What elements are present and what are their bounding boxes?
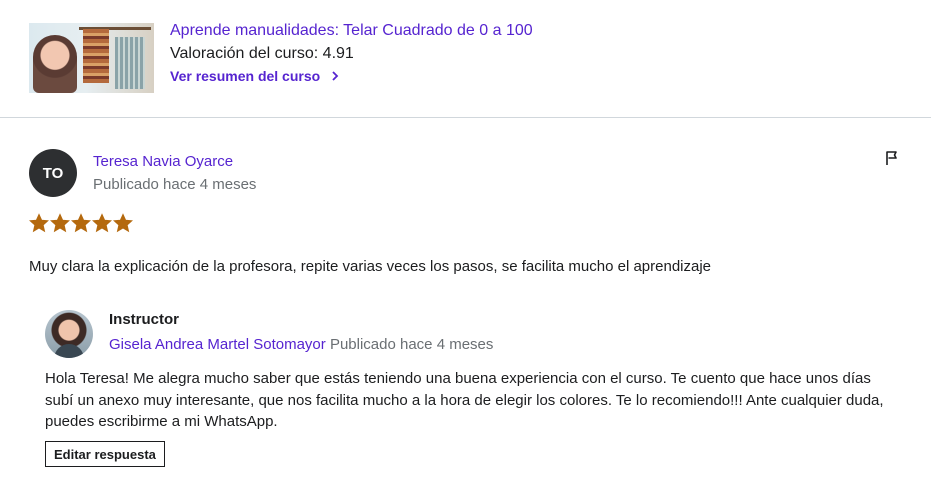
response-meta: Gisela Andrea Martel Sotomayor Publicado… <box>109 336 493 353</box>
course-summary-label: Ver resumen del curso <box>170 68 321 84</box>
weaving-image <box>115 37 145 89</box>
instructor-avatar <box>45 310 93 358</box>
star-icon <box>29 213 49 233</box>
chevron-right-icon <box>332 71 339 81</box>
response-text: Hola Teresa! Me alegra mucho saber que e… <box>45 370 884 430</box>
response-date: Publicado hace 4 meses <box>329 336 494 353</box>
response-heading: Instructor <box>109 311 180 328</box>
weaving-image <box>83 29 109 83</box>
star-icon <box>50 213 70 233</box>
star-icon <box>92 213 112 233</box>
instructor-photo <box>33 35 77 93</box>
review-rating-stars <box>29 213 133 233</box>
instructor-name[interactable]: Gisela Andrea Martel Sotomayor <box>109 336 326 353</box>
star-icon <box>71 213 91 233</box>
course-summary-link[interactable]: Ver resumen del curso <box>170 68 340 84</box>
course-header: Aprende manualidades: Telar Cuadrado de … <box>0 0 931 118</box>
course-rating: Valoración del curso: 4.91 <box>170 45 354 62</box>
course-thumbnail[interactable] <box>29 23 154 93</box>
reviewer-avatar: TO <box>29 149 77 197</box>
review-date: Publicado hace 4 meses <box>93 176 257 193</box>
edit-response-button[interactable]: Editar respuesta <box>45 441 165 467</box>
star-icon <box>113 213 133 233</box>
reviewer-name[interactable]: Teresa Navia Oyarce <box>93 153 233 170</box>
flag-icon[interactable] <box>884 150 900 166</box>
review-text: Muy clara la explicación de la profesora… <box>29 258 712 275</box>
course-title-link[interactable]: Aprende manualidades: Telar Cuadrado de … <box>170 22 533 40</box>
